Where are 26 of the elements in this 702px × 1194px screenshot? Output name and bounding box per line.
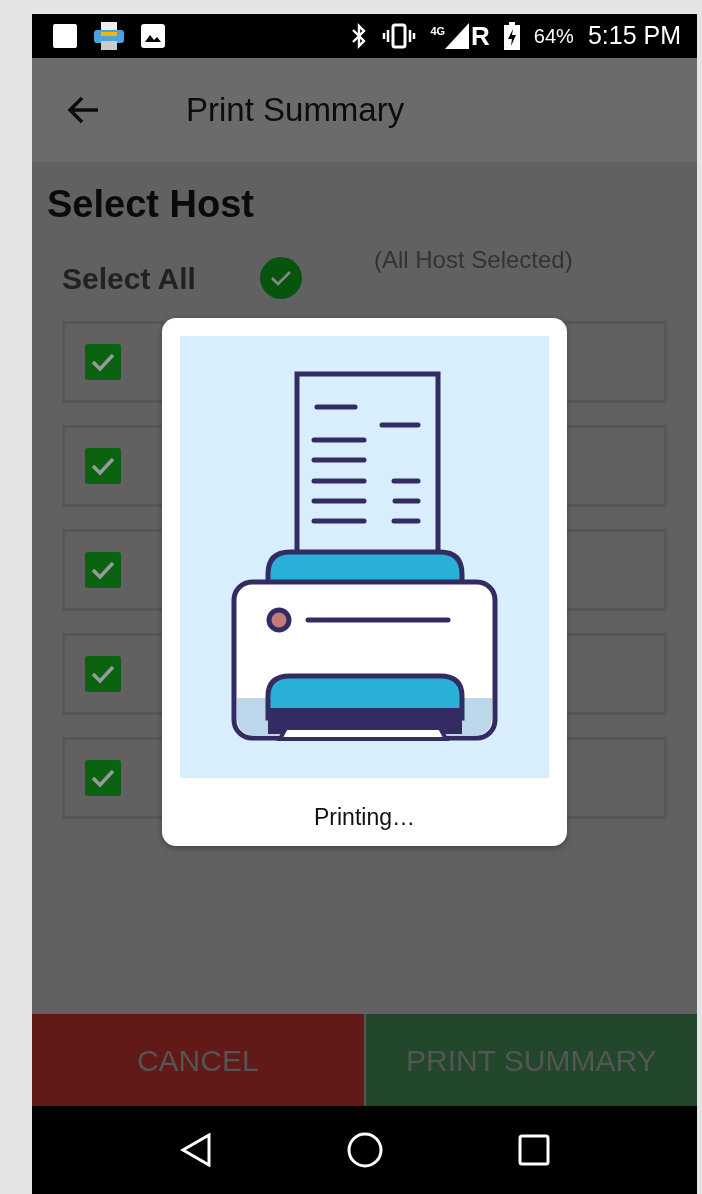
image-notification-icon [140,23,166,49]
host-checkbox[interactable] [85,759,121,796]
vibrate-icon [382,23,417,49]
recents-nav-icon[interactable] [517,1134,550,1166]
network-type-label: 4G [430,24,446,39]
section-heading: Select Host [47,182,255,227]
printing-message: Printing… [313,803,416,832]
printer-notification-icon [92,21,126,51]
host-checkbox[interactable] [85,551,121,588]
clock-time: 5:15 PM [587,20,681,52]
select-all-label: Select All [62,260,196,297]
back-arrow-icon[interactable] [66,95,100,125]
back-nav-icon[interactable] [179,1133,212,1167]
battery-charging-icon [503,22,520,50]
battery-percent: 64% [533,24,574,49]
home-nav-icon[interactable] [346,1132,383,1168]
cancel-button[interactable]: CANCEL [32,1014,364,1106]
square-notification-icon [52,23,78,49]
checkmark-icon [269,269,292,288]
signal-icon [445,23,470,49]
roaming-label: R [471,23,490,49]
screen-title: Print Summary [186,90,405,131]
select-all-checkbox[interactable] [259,257,302,300]
host-checkbox[interactable] [85,447,121,484]
host-checkbox[interactable] [85,343,121,380]
host-checkbox[interactable] [85,655,121,692]
